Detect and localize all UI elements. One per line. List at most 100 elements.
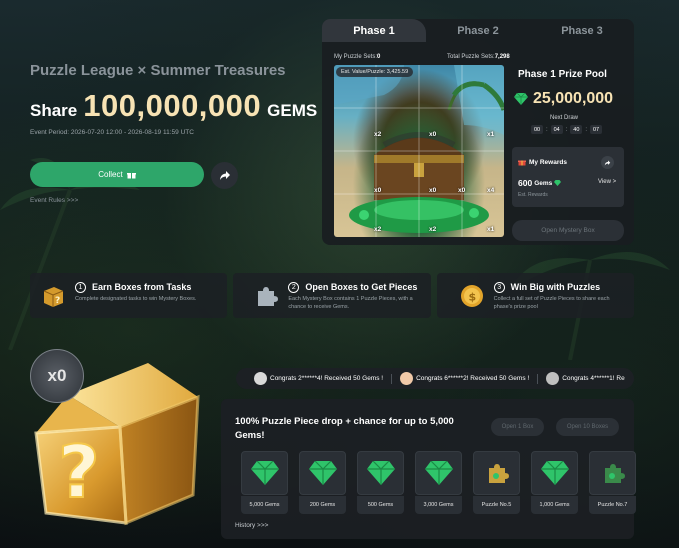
share-button[interactable] (211, 162, 238, 189)
total-puzzle-sets: Total Puzzle Sets:7,298 (447, 54, 510, 60)
open-mystery-box-button[interactable]: Open Mystery Box (512, 220, 624, 241)
phase-tabs: Phase 1 Phase 2 Phase 3 (322, 19, 634, 42)
avatar (546, 372, 560, 385)
prize-label: 500 Gems (357, 496, 404, 514)
prize-item: 200 Gems (299, 451, 346, 517)
divider (537, 373, 539, 384)
rewards-gems: 600 Gems (518, 178, 562, 188)
step-title: Win Big with Puzzles (510, 282, 601, 292)
puzzle-board[interactable]: Est. Value/Puzzle: 3,425.59 x2 x0 x1 x0 … (334, 65, 504, 237)
event-period: Event Period: 2026-07-20 12:00 - 2026-08… (30, 129, 194, 136)
share-arrow-icon (219, 171, 230, 180)
gem-icon (308, 461, 337, 485)
view-rewards-link[interactable]: View > (598, 179, 616, 185)
how-it-works-steps: ? 1 Earn Boxes from Tasks Complete desig… (30, 273, 634, 318)
box-count-badge: x0 (30, 349, 84, 403)
svg-text:?: ? (55, 296, 60, 306)
step-number: 1 (75, 282, 86, 293)
share-label: Share (30, 101, 78, 120)
countdown-minutes: 40 (570, 125, 583, 134)
svg-text:$: $ (468, 291, 476, 304)
step-open-boxes: 2 Open Boxes to Get Pieces Each Mystery … (233, 273, 431, 318)
gem-icon (554, 180, 562, 186)
open-1-box-button[interactable]: Open 1 Box (491, 418, 544, 436)
countdown-days: 00 (531, 125, 543, 134)
prize-label: 3,000 Gems (415, 496, 462, 514)
prize-item: 500 Gems (357, 451, 404, 517)
step-title: Earn Boxes from Tasks (92, 282, 192, 292)
drop-rate-title: 100% Puzzle Piece drop + chance for up t… (235, 416, 454, 441)
piece-count-label: x2 (374, 226, 382, 233)
gem-icon (366, 461, 395, 485)
gem-icon (424, 461, 453, 485)
step-title: Open Boxes to Get Pieces (305, 282, 418, 292)
piece-count-label: x0 (458, 187, 466, 194)
event-rules-link[interactable]: Event Rules >>> (30, 197, 78, 204)
svg-text:?: ? (58, 430, 100, 514)
tab-phase-2[interactable]: Phase 2 (426, 19, 530, 42)
event-subtitle: Puzzle League × Summer Treasures (30, 62, 286, 79)
my-rewards-card: My Rewards 600 Gems View > Est. Rewards (512, 147, 624, 207)
prize-label: 200 Gems (299, 496, 346, 514)
piece-count-label: x0 (374, 187, 382, 194)
prize-label: Puzzle No.7 (589, 496, 636, 514)
puzzle-piece-icon (604, 464, 625, 483)
piece-count-label: x0 (429, 131, 437, 138)
prize-pool-amount: 25,000,000 (514, 90, 613, 108)
piece-count-label: x2 (374, 131, 382, 138)
piece-count-label: x1 (487, 226, 495, 233)
prize-pool-title: Phase 1 Prize Pool (518, 69, 607, 80)
tab-phase-1[interactable]: Phase 1 (322, 19, 426, 42)
countdown-seconds: 07 (590, 125, 603, 134)
gift-box-icon (518, 160, 526, 166)
gem-icon (250, 461, 279, 485)
puzzle-piece-icon (488, 464, 509, 483)
my-puzzle-sets: My Puzzle Sets:0 (334, 54, 381, 60)
est-rewards-label: Est. Rewards (518, 192, 548, 198)
box-draw-panel: 100% Puzzle Piece drop + chance for up t… (221, 399, 636, 539)
puzzle-piece-icon (258, 287, 279, 306)
gem-icon (540, 461, 569, 485)
prize-label: 5,000 Gems (241, 496, 288, 514)
collect-label: Collect (98, 170, 123, 179)
collect-button[interactable]: Collect (30, 162, 204, 187)
prize-label: 1,000 Gems (531, 496, 578, 514)
avatar (254, 372, 267, 385)
open-10-boxes-button[interactable]: Open 10 Boxes (556, 418, 619, 436)
prize-list: 5,000 Gems 200 Gems 500 Gems 3,000 Gems … (241, 451, 636, 517)
my-rewards-title: My Rewards (518, 159, 567, 166)
step-win-big: $ 3 Win Big with Puzzles Collect a full … (436, 273, 634, 318)
treasure-chest-image (334, 65, 504, 237)
step-number: 2 (288, 282, 300, 293)
countdown-timer: 00: 04: 40: 07 (531, 125, 603, 134)
prize-item: Puzzle No.5 (473, 451, 520, 517)
ticker-item: Congrats 4******1! Re (546, 372, 625, 385)
hero-headline: Share 100,000,000 GEMS (30, 88, 317, 124)
rewards-share-button[interactable] (601, 156, 614, 169)
piece-count-label: x1 (487, 131, 495, 138)
piece-count-label: x2 (429, 226, 437, 233)
ticker-item: Congrats 6******2! Received 50 Gems ! (400, 372, 529, 385)
history-link[interactable]: History >>> (235, 522, 268, 529)
gold-coin-icon: $ (460, 285, 483, 307)
est-value-tag: Est. Value/Puzzle: 3,425.59 (336, 67, 414, 77)
share-arrow-icon (604, 160, 611, 165)
next-draw-label: Next Draw (550, 115, 579, 121)
currency-label: GEMS (267, 101, 318, 120)
gem-icon (514, 93, 528, 105)
step-description: Collect a full set of Puzzle Pieces to s… (493, 296, 610, 310)
step-description: Complete designated tasks to win Mystery… (75, 296, 197, 302)
avatar (400, 372, 414, 385)
prize-item: 5,000 Gems (241, 451, 288, 517)
prize-label: Puzzle No.5 (473, 496, 520, 514)
step-number: 3 (493, 282, 505, 293)
tab-phase-3[interactable]: Phase 3 (530, 19, 634, 42)
ticker-item: Congrats 2******4! Received 50 Gems ! (254, 372, 383, 385)
step-earn-boxes: ? 1 Earn Boxes from Tasks Complete desig… (30, 273, 228, 318)
winners-ticker: Congrats 2******4! Received 50 Gems ! Co… (236, 368, 634, 389)
piece-count-label: x4 (487, 187, 495, 194)
piece-count-label: x0 (429, 187, 437, 194)
prize-item: 1,000 Gems (531, 451, 578, 517)
total-gems-amount: 100,000,000 (83, 88, 262, 123)
gift-icon (126, 172, 136, 178)
